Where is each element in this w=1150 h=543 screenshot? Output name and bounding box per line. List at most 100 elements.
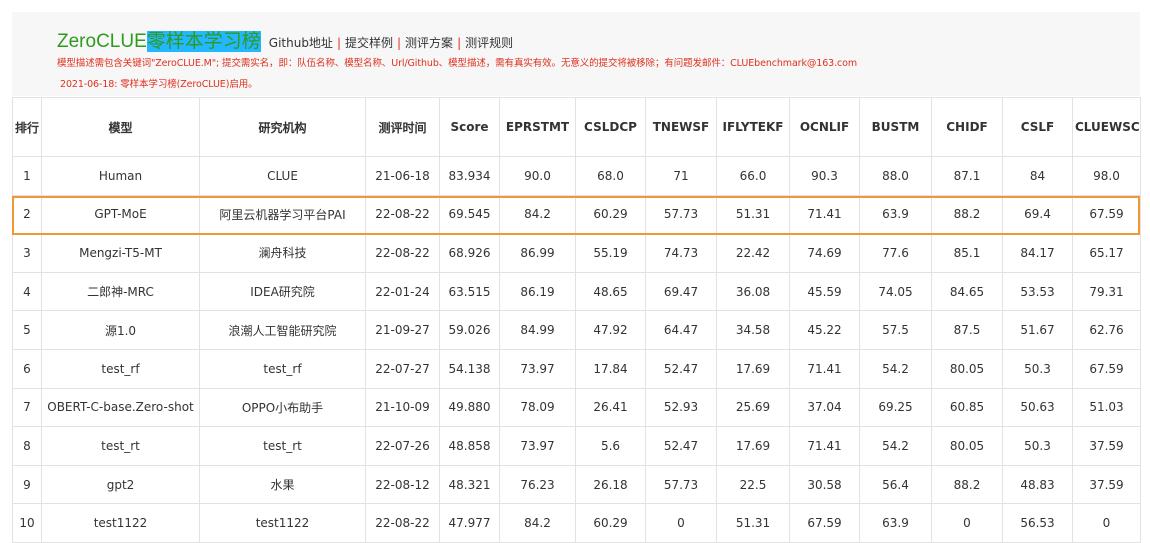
- date-cell: 22-07-26: [365, 426, 440, 466]
- col-header-score[interactable]: Score: [439, 97, 500, 157]
- cslf-cell: 50.3: [1002, 426, 1073, 466]
- table-row: 2 GPT-MoE 阿里云机器学习平台PAI 22-08-22 69.545 84.2 60…: [12, 194, 1141, 235]
- cslf-cell: 84: [1002, 156, 1073, 196]
- tnewsf-cell: 74.73: [645, 233, 717, 273]
- col-header-date[interactable]: 测评时间: [365, 97, 440, 157]
- date-cell: 21-10-09: [365, 387, 440, 428]
- cluewscf-cell: 67.59: [1072, 194, 1141, 235]
- date-cell: 22-08-12: [365, 464, 440, 505]
- iflytekf-cell: 51.31: [716, 194, 790, 235]
- title-highlight: 零样本学习榜: [146, 31, 261, 52]
- table-header-row: 排行 模型 研究机构 测评时间 Score EPRSTMT CSLDCP TNE…: [12, 97, 1141, 157]
- cluewscf-cell: 37.59: [1072, 426, 1141, 466]
- eprstmt-cell: 76.23: [499, 464, 576, 505]
- bustm-cell: 56.4: [859, 464, 932, 505]
- col-header-organization[interactable]: 研究机构: [199, 97, 366, 157]
- model-link[interactable]: Mengzi-T5-MT: [41, 233, 200, 273]
- ocnlif-cell: 90.3: [789, 156, 860, 196]
- chidf-cell: 88.2: [931, 464, 1003, 505]
- table-row: 6 test_rf test_rf 22-07-27 54.138 73.97 17.84 5…: [12, 348, 1141, 389]
- organization-cell: OPPO小布助手: [199, 387, 366, 428]
- nav-link-github[interactable]: Github地址: [269, 36, 333, 50]
- cluewscf-cell: 67.59: [1072, 348, 1141, 389]
- score-cell: 48.321: [439, 464, 500, 505]
- csldcp-cell: 48.65: [575, 271, 646, 312]
- cslf-cell: 84.17: [1002, 233, 1073, 273]
- organization-cell: 浪潮人工智能研究院: [199, 310, 366, 350]
- csldcp-cell: 60.29: [575, 194, 646, 235]
- rank-cell: 9: [12, 464, 42, 505]
- col-header-chidf[interactable]: CHIDF: [931, 97, 1003, 157]
- col-header-cluewscf[interactable]: CLUEWSCF: [1072, 97, 1141, 157]
- rank-cell: 2: [12, 194, 42, 235]
- bustm-cell: 63.9: [859, 194, 932, 235]
- rank-cell: 7: [12, 387, 42, 428]
- nav-separator: |: [397, 36, 402, 50]
- eprstmt-cell: 86.19: [499, 271, 576, 312]
- cluewscf-cell: 37.59: [1072, 464, 1141, 505]
- chidf-cell: 84.65: [931, 271, 1003, 312]
- col-header-eprstmt[interactable]: EPRSTMT: [499, 97, 576, 157]
- csldcp-cell: 55.19: [575, 233, 646, 273]
- cluewscf-cell: 98.0: [1072, 156, 1141, 196]
- model-link[interactable]: 源1.0: [41, 310, 200, 350]
- tnewsf-cell: 64.47: [645, 310, 717, 350]
- tnewsf-cell: 52.93: [645, 387, 717, 428]
- chidf-cell: 87.5: [931, 310, 1003, 350]
- model-link[interactable]: gpt2: [41, 464, 200, 505]
- ocnlif-cell: 71.41: [789, 426, 860, 466]
- eprstmt-cell: 90.0: [499, 156, 576, 196]
- score-cell: 59.026: [439, 310, 500, 350]
- eprstmt-cell: 78.09: [499, 387, 576, 428]
- col-header-rank[interactable]: 排行: [12, 97, 42, 157]
- date-cell: 21-09-27: [365, 310, 440, 350]
- model-link[interactable]: GPT-MoE: [41, 194, 200, 235]
- col-header-tnewsf[interactable]: TNEWSF: [645, 97, 717, 157]
- cslf-cell: 48.83: [1002, 464, 1073, 505]
- organization-cell: 水果: [199, 464, 366, 505]
- organization-cell: 阿里云机器学习平台PAI: [199, 194, 366, 235]
- bustm-cell: 77.6: [859, 233, 932, 273]
- col-header-csldcp[interactable]: CSLDCP: [575, 97, 646, 157]
- csldcp-cell: 26.18: [575, 464, 646, 505]
- tnewsf-cell: 52.47: [645, 426, 717, 466]
- eprstmt-cell: 73.97: [499, 426, 576, 466]
- organization-cell: test_rt: [199, 426, 366, 466]
- cslf-cell: 69.4: [1002, 194, 1073, 235]
- iflytekf-cell: 17.69: [716, 348, 790, 389]
- table-row: 1 Human CLUE 21-06-18 83.934 90.0 68.0 71 66.0 90…: [12, 156, 1141, 196]
- csldcp-cell: 47.92: [575, 310, 646, 350]
- col-header-cslf[interactable]: CSLF: [1002, 97, 1073, 157]
- cluewscf-cell: 79.31: [1072, 271, 1141, 312]
- nav-link-evaluation-plan[interactable]: 测评方案: [405, 36, 453, 50]
- col-header-ocnlif[interactable]: OCNLIF: [789, 97, 860, 157]
- col-header-bustm[interactable]: BUSTM: [859, 97, 932, 157]
- score-cell: 68.926: [439, 233, 500, 273]
- model-link[interactable]: 二郎神-MRC: [41, 271, 200, 312]
- model-link[interactable]: test_rt: [41, 426, 200, 466]
- leaderboard-table: 排行 模型 研究机构 测评时间 Score EPRSTMT CSLDCP TNE…: [12, 97, 1141, 543]
- iflytekf-cell: 66.0: [716, 156, 790, 196]
- nav-separator: |: [457, 36, 462, 50]
- model-link[interactable]: Human: [41, 156, 200, 196]
- col-header-iflytekf[interactable]: IFLYTEKF: [716, 97, 790, 157]
- model-link[interactable]: test_rf: [41, 348, 200, 389]
- col-header-model[interactable]: 模型: [41, 97, 200, 157]
- ocnlif-cell: 71.41: [789, 194, 860, 235]
- eprstmt-cell: 86.99: [499, 233, 576, 273]
- date-cell: 22-08-22: [365, 194, 440, 235]
- score-cell: 69.545: [439, 194, 500, 235]
- iflytekf-cell: 22.5: [716, 464, 790, 505]
- cslf-cell: 50.3: [1002, 348, 1073, 389]
- date-cell: 21-06-18: [365, 156, 440, 196]
- bustm-cell: 57.5: [859, 310, 932, 350]
- nav-link-submission-example[interactable]: 提交样例: [345, 36, 393, 50]
- nav-link-evaluation-rules[interactable]: 测评规则: [465, 36, 513, 50]
- iflytekf-cell: 36.08: [716, 271, 790, 312]
- launch-notice: 2021-06-18: 零样本学习榜(ZeroCLUE)启用。: [60, 79, 258, 90]
- iflytekf-cell: 34.58: [716, 310, 790, 350]
- bustm-cell: 69.25: [859, 387, 932, 428]
- model-link[interactable]: OBERT-C-base.Zero-shot: [41, 387, 200, 428]
- bustm-cell: 74.05: [859, 271, 932, 312]
- table-row: 7 OBERT-C-base.Zero-shot OPPO小布助手 21-10-09 4…: [12, 387, 1141, 428]
